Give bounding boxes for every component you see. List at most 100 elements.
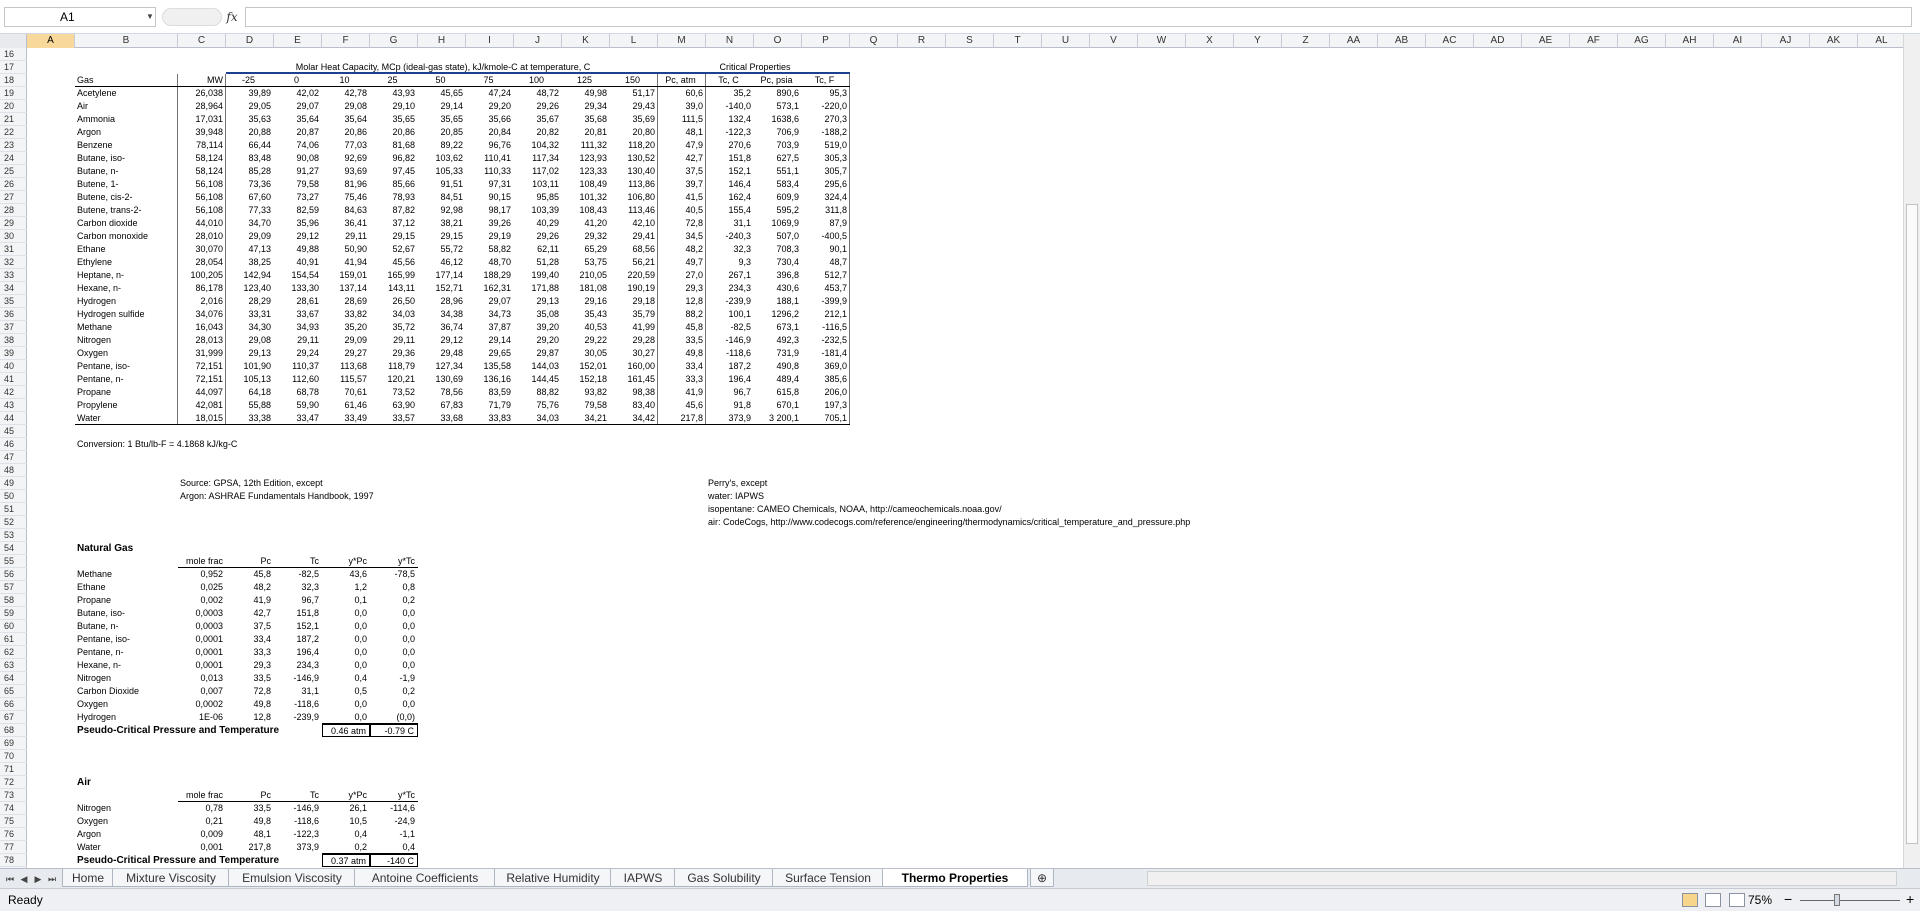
row-header[interactable]: 76: [0, 828, 27, 841]
column-header[interactable]: K: [562, 34, 610, 48]
sheet-tab[interactable]: Mixture Viscosity: [112, 869, 230, 887]
column-header[interactable]: AC: [1426, 34, 1474, 48]
column-header[interactable]: R: [898, 34, 946, 48]
row-header[interactable]: 56: [0, 568, 27, 581]
column-header[interactable]: AD: [1474, 34, 1522, 48]
row-header[interactable]: 26: [0, 178, 27, 191]
column-header[interactable]: AA: [1330, 34, 1378, 48]
row-header[interactable]: 59: [0, 607, 27, 620]
row-header[interactable]: 68: [0, 724, 27, 737]
column-header[interactable]: A: [27, 34, 75, 48]
row-header[interactable]: 77: [0, 841, 27, 854]
column-header[interactable]: AI: [1714, 34, 1762, 48]
row-header[interactable]: 17: [0, 61, 27, 74]
row-header[interactable]: 71: [0, 763, 27, 776]
column-header[interactable]: AK: [1810, 34, 1858, 48]
row-header[interactable]: 31: [0, 243, 27, 256]
column-header[interactable]: V: [1090, 34, 1138, 48]
worksheet-grid[interactable]: A B C D E F G H I J K L M N O P Q R S T U V W X Y Z AA AB AC AD AE AF AG…: [0, 34, 1920, 868]
row-header[interactable]: 60: [0, 620, 27, 633]
row-header[interactable]: 70: [0, 750, 27, 763]
row-header[interactable]: 45: [0, 425, 27, 438]
prev-sheet-icon[interactable]: ◀: [18, 872, 30, 886]
zoom-level[interactable]: 75%: [1748, 893, 1772, 907]
row-header[interactable]: 44: [0, 412, 27, 425]
row-header[interactable]: 43: [0, 399, 27, 412]
row-header[interactable]: 51: [0, 503, 27, 516]
vertical-scroll-thumb[interactable]: [1906, 204, 1918, 844]
row-header[interactable]: 49: [0, 477, 27, 490]
row-header[interactable]: 27: [0, 191, 27, 204]
insert-sheet-icon[interactable]: ⊕: [1030, 869, 1055, 887]
row-header[interactable]: 35: [0, 295, 27, 308]
column-header[interactable]: U: [1042, 34, 1090, 48]
row-header[interactable]: 23: [0, 139, 27, 152]
sheet-tab[interactable]: Thermo Properties: [882, 869, 1028, 887]
row-header[interactable]: 62: [0, 646, 27, 659]
column-header[interactable]: AH: [1666, 34, 1714, 48]
row-header[interactable]: 40: [0, 360, 27, 373]
column-header[interactable]: W: [1138, 34, 1186, 48]
column-header[interactable]: S: [946, 34, 994, 48]
column-header[interactable]: Y: [1234, 34, 1282, 48]
vertical-scrollbar[interactable]: [1903, 34, 1920, 868]
horizontal-scrollbar[interactable]: [1147, 871, 1897, 886]
column-header[interactable]: H: [418, 34, 466, 48]
column-header[interactable]: J: [514, 34, 562, 48]
row-header[interactable]: 20: [0, 100, 27, 113]
row-header[interactable]: 36: [0, 308, 27, 321]
row-header[interactable]: 32: [0, 256, 27, 269]
row-header[interactable]: 54: [0, 542, 27, 555]
zoom-slider[interactable]: [1800, 900, 1900, 901]
row-header[interactable]: 30: [0, 230, 27, 243]
row-header[interactable]: 29: [0, 217, 27, 230]
name-box[interactable]: A1: [4, 7, 156, 27]
column-header[interactable]: P: [802, 34, 850, 48]
column-header[interactable]: L: [610, 34, 658, 48]
column-header[interactable]: F: [322, 34, 370, 48]
row-header[interactable]: 22: [0, 126, 27, 139]
sheet-tab[interactable]: Antoine Coefficients: [354, 869, 496, 887]
row-header[interactable]: 58: [0, 594, 27, 607]
row-header[interactable]: 64: [0, 672, 27, 685]
column-header[interactable]: D: [226, 34, 274, 48]
column-header[interactable]: X: [1186, 34, 1234, 48]
row-header[interactable]: 39: [0, 347, 27, 360]
column-header[interactable]: M: [658, 34, 706, 48]
row-header[interactable]: 42: [0, 386, 27, 399]
row-header[interactable]: 46: [0, 438, 27, 451]
row-header[interactable]: 24: [0, 152, 27, 165]
next-sheet-icon[interactable]: ▶: [32, 872, 44, 886]
sheet-tab[interactable]: Emulsion Viscosity: [228, 869, 356, 887]
cell-area[interactable]: Molar Heat Capacity, MCp (ideal-gas stat…: [27, 48, 1897, 868]
sheet-tab[interactable]: Surface Tension: [772, 869, 884, 887]
row-header[interactable]: 73: [0, 789, 27, 802]
row-header[interactable]: 34: [0, 282, 27, 295]
row-header[interactable]: 72: [0, 776, 27, 789]
zoom-out-icon[interactable]: −: [1784, 891, 1792, 907]
chevron-down-icon[interactable]: ▼: [144, 7, 156, 27]
row-header[interactable]: 16: [0, 48, 27, 61]
row-header[interactable]: 78: [0, 854, 27, 867]
row-header[interactable]: 74: [0, 802, 27, 815]
row-header[interactable]: 67: [0, 711, 27, 724]
column-header[interactable]: AJ: [1762, 34, 1810, 48]
row-header[interactable]: 52: [0, 516, 27, 529]
column-header[interactable]: AG: [1618, 34, 1666, 48]
column-header[interactable]: AE: [1522, 34, 1570, 48]
row-header[interactable]: 50: [0, 490, 27, 503]
row-header[interactable]: 65: [0, 685, 27, 698]
row-header[interactable]: 21: [0, 113, 27, 126]
row-header[interactable]: 69: [0, 737, 27, 750]
row-header[interactable]: 38: [0, 334, 27, 347]
row-header[interactable]: 47: [0, 451, 27, 464]
row-header[interactable]: 41: [0, 373, 27, 386]
column-header[interactable]: C: [178, 34, 226, 48]
column-header[interactable]: T: [994, 34, 1042, 48]
row-header[interactable]: 53: [0, 529, 27, 542]
last-sheet-icon[interactable]: ⏭: [46, 872, 58, 886]
column-header[interactable]: Q: [850, 34, 898, 48]
select-all-corner[interactable]: [0, 34, 27, 48]
row-header[interactable]: 25: [0, 165, 27, 178]
sheet-tab[interactable]: Home: [62, 869, 114, 887]
